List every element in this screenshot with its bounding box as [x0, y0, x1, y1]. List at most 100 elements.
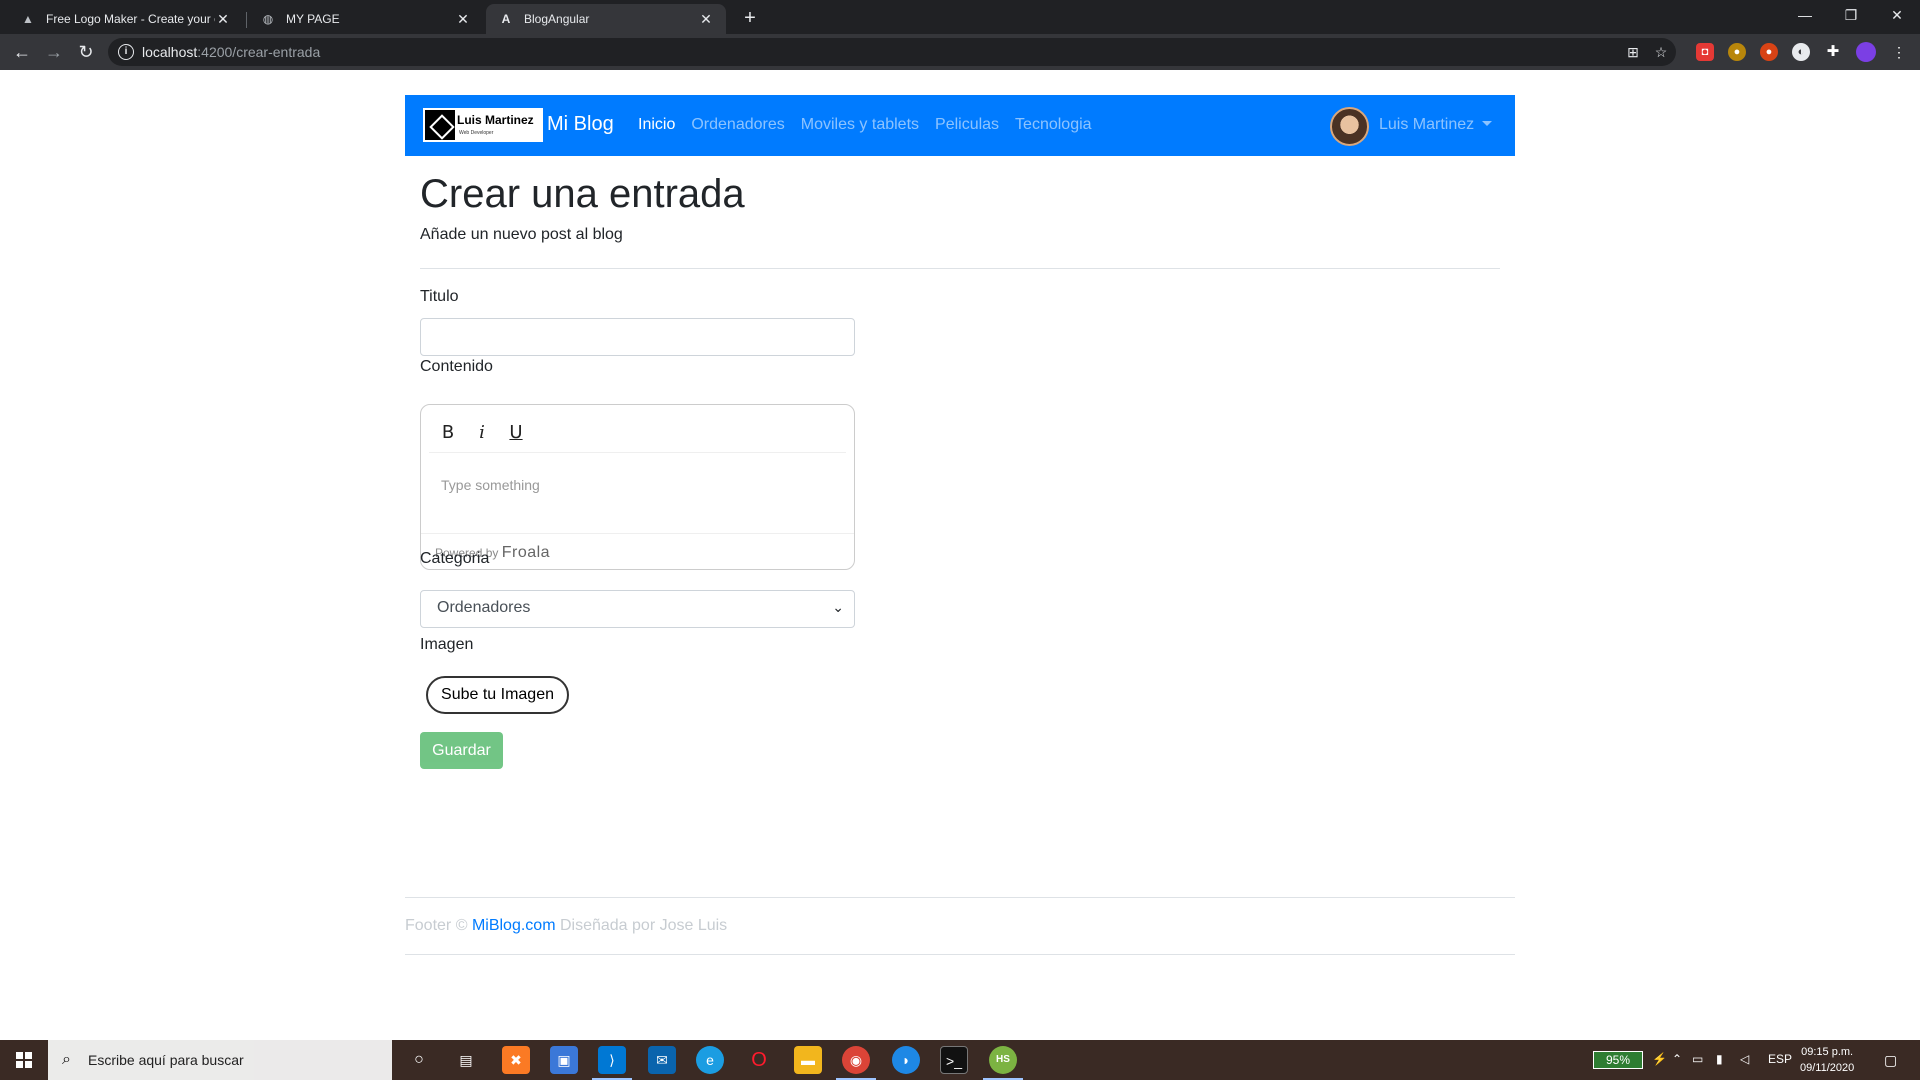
- footer-prefix: Footer ©: [405, 917, 468, 934]
- file-explorer-icon[interactable]: ▬: [794, 1046, 822, 1074]
- app-blue-icon[interactable]: ◗: [892, 1046, 920, 1074]
- footer-divider-top: [405, 897, 1515, 898]
- tab-blogangular[interactable]: A BlogAngular ✕: [486, 4, 726, 34]
- restore-icon[interactable]: ❐: [1828, 0, 1874, 30]
- angular-icon: A: [501, 12, 511, 26]
- content-label: Contenido: [420, 358, 493, 375]
- category-select[interactable]: Ordenadores ⌄: [420, 590, 855, 628]
- task-view-icon[interactable]: ▤: [452, 1046, 480, 1074]
- title-input[interactable]: [420, 318, 855, 356]
- chrome-icon[interactable]: ◉: [842, 1046, 870, 1074]
- close-tab-icon[interactable]: ✕: [455, 11, 471, 28]
- bold-button[interactable]: B: [433, 419, 463, 447]
- footer-site-link[interactable]: MiBlog.com: [472, 917, 556, 934]
- page-title: Crear una entrada: [420, 172, 745, 216]
- network-icon[interactable]: ▭: [1692, 1052, 1703, 1066]
- vscode-icon[interactable]: ⟩: [598, 1046, 626, 1074]
- store-icon[interactable]: ▣: [550, 1046, 578, 1074]
- save-button[interactable]: Guardar: [420, 732, 503, 769]
- editor-content-area[interactable]: Type something: [441, 477, 540, 493]
- user-avatar[interactable]: [1330, 107, 1369, 146]
- nav-link-tecnologia[interactable]: Tecnologia: [1015, 116, 1092, 134]
- nav-link-peliculas[interactable]: Peliculas: [935, 116, 999, 134]
- browser-menu-icon[interactable]: ⋮: [1890, 43, 1908, 61]
- close-tab-icon[interactable]: ✕: [215, 11, 231, 28]
- froala-logo[interactable]: Froala: [502, 544, 550, 561]
- cortana-icon[interactable]: ○: [405, 1046, 433, 1074]
- web-page: Luis Martinez Web Developer Mi Blog Inic…: [0, 70, 1920, 1040]
- brand-logo[interactable]: Luis Martinez Web Developer: [423, 108, 543, 142]
- bookmark-star-icon[interactable]: ☆: [1652, 43, 1670, 61]
- logo-name: Luis Martinez: [457, 113, 534, 127]
- user-name: Luis Martinez: [1379, 116, 1475, 133]
- footer-divider-bottom: [405, 954, 1515, 955]
- create-post-form: Crear una entrada Añade un nuevo post al…: [420, 170, 1500, 769]
- search-icon: ⌕: [62, 1051, 71, 1068]
- nav-link-ordenadores[interactable]: Ordenadores: [691, 116, 784, 134]
- upload-image-button[interactable]: Sube tu Imagen: [426, 676, 569, 714]
- tab-title: BlogAngular: [524, 12, 590, 26]
- back-arrow-icon[interactable]: ←: [8, 38, 36, 66]
- mail-icon[interactable]: ✉: [648, 1046, 676, 1074]
- translate-icon[interactable]: ⊞: [1624, 43, 1642, 61]
- image-label: Imagen: [420, 636, 474, 653]
- user-menu[interactable]: Luis Martinez: [1379, 116, 1493, 134]
- globe-icon: ◍: [262, 12, 274, 26]
- new-tab-button[interactable]: +: [736, 4, 764, 32]
- clock-time: 09:15 p.m.: [1801, 1046, 1854, 1058]
- page-subtitle: Añade un nuevo post al blog: [420, 226, 623, 243]
- froala-editor: B i U Type something Powered by Froala: [420, 404, 855, 570]
- show-hidden-icons-chevron[interactable]: ⌃: [1672, 1052, 1682, 1066]
- profile-avatar-icon[interactable]: [1856, 42, 1876, 62]
- pocket-extension-icon[interactable]: ◘: [1696, 43, 1714, 61]
- site-info-icon[interactable]: i: [118, 44, 134, 60]
- tab-free-logo-maker[interactable]: ▲ Free Logo Maker - Create your o ✕: [8, 4, 243, 34]
- nav-link-inicio[interactable]: Inicio: [638, 116, 675, 134]
- tab-title: Free Logo Maker - Create your o: [46, 12, 215, 26]
- edge-icon[interactable]: e: [696, 1046, 724, 1074]
- editor-toolbar: B i U: [429, 413, 846, 453]
- honey-extension-icon[interactable]: ●: [1760, 43, 1778, 61]
- url-text[interactable]: localhost:4200/crear-entrada: [142, 44, 320, 60]
- volume-icon[interactable]: ◁: [1740, 1052, 1749, 1066]
- nav-link-moviles[interactable]: Moviles y tablets: [801, 116, 919, 134]
- language-indicator[interactable]: ESP: [1768, 1052, 1792, 1066]
- brand-title[interactable]: Mi Blog: [547, 113, 614, 136]
- reload-icon[interactable]: ↻: [72, 38, 100, 66]
- diamond-logo-icon: [425, 110, 455, 140]
- extensions-puzzle-icon[interactable]: ✚: [1824, 43, 1842, 61]
- italic-button[interactable]: i: [467, 419, 497, 447]
- site-navbar: Luis Martinez Web Developer Mi Blog Inic…: [405, 95, 1515, 156]
- close-tab-icon[interactable]: ✕: [698, 11, 714, 28]
- title-label: Titulo: [420, 288, 459, 305]
- windows-taskbar: ⌕ Escribe aquí para buscar ○ ▤ ✖ ▣ ⟩ ✉ e…: [0, 1040, 1920, 1080]
- category-selected-value: Ordenadores: [437, 599, 531, 616]
- address-bar[interactable]: i localhost:4200/crear-entrada ⊞ ☆: [108, 38, 1676, 66]
- notifications-icon[interactable]: ▢: [1884, 1052, 1897, 1069]
- hs-app-icon[interactable]: HS: [989, 1046, 1017, 1074]
- xampp-icon[interactable]: ✖: [502, 1046, 530, 1074]
- clock-date: 09/11/2020: [1800, 1062, 1855, 1074]
- tab-separator: [246, 12, 247, 28]
- close-window-icon[interactable]: ✕: [1874, 0, 1920, 30]
- logo-maker-favicon-icon: ▲: [22, 12, 34, 26]
- windows-logo-icon: [16, 1052, 32, 1068]
- tab-my-page[interactable]: ◍ MY PAGE ✕: [248, 4, 483, 34]
- opera-icon[interactable]: O: [745, 1046, 773, 1074]
- minimize-icon[interactable]: —: [1782, 0, 1828, 30]
- clock[interactable]: 09:15 p.m. 09/11/2020: [1800, 1044, 1854, 1076]
- site-footer: Footer © MiBlog.com Diseñada por Jose Lu…: [405, 917, 727, 935]
- taskbar-search[interactable]: ⌕ Escribe aquí para buscar: [48, 1040, 392, 1080]
- forward-arrow-icon[interactable]: →: [40, 38, 68, 66]
- power-icon[interactable]: ⚡: [1652, 1052, 1667, 1066]
- cookie-extension-icon[interactable]: ●: [1728, 43, 1746, 61]
- dark-mode-extension-icon[interactable]: ◐: [1792, 43, 1810, 61]
- underline-button[interactable]: U: [501, 419, 531, 447]
- battery-tray-icon[interactable]: ▮: [1716, 1052, 1723, 1066]
- browser-tabstrip: ▲ Free Logo Maker - Create your o ✕ ◍ MY…: [0, 0, 1920, 34]
- start-button[interactable]: [0, 1040, 48, 1080]
- terminal-icon[interactable]: >_: [940, 1046, 968, 1074]
- tab-title: MY PAGE: [286, 12, 340, 26]
- battery-indicator[interactable]: 95%: [1593, 1051, 1643, 1069]
- divider: [420, 268, 1500, 269]
